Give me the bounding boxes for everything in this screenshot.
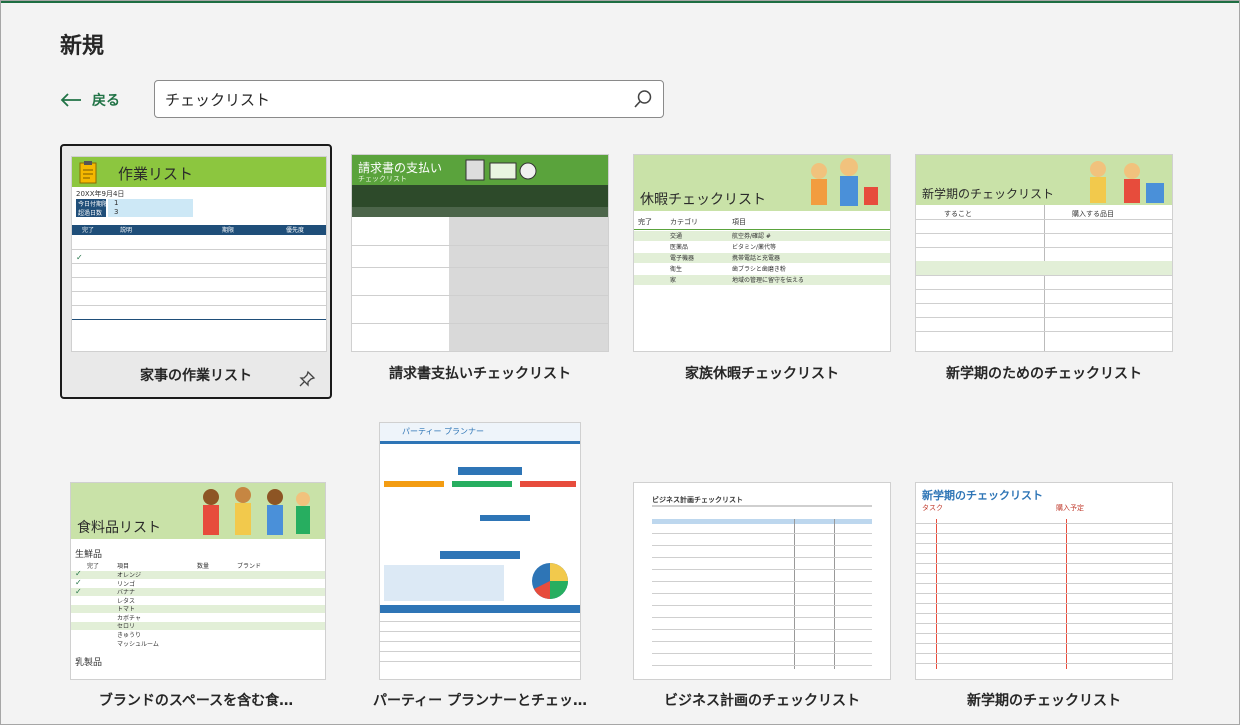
template-thumbnail: 食料品リスト 生鮮品 完了 項目 数量 ブランド オレンジ リンゴ バナナ レタ…: [70, 482, 326, 680]
template-thumbnail: 休暇チェックリスト 完了 カテゴリ 項目 交通 航空券/確認 # 医薬品 ビタミ…: [633, 154, 891, 352]
thumb-kv-label: 今日付期限: [78, 201, 109, 208]
template-card-back-to-school-checklist-2[interactable]: 新学期のチェックリスト タスク 購入予定 新学期のチェックリスト: [908, 420, 1180, 720]
template-thumbnail: 作業リスト 20XX年9月4日 今日付期限 1 超過日数 3 完了 説明 期限 …: [71, 156, 327, 352]
thumb-col: 項目: [117, 563, 130, 570]
back-label: 戻る: [92, 93, 120, 109]
thumb-item: トマト: [117, 606, 136, 613]
back-button[interactable]: 戻る: [60, 90, 120, 110]
thumb-col: 説明: [120, 227, 133, 234]
template-thumbnail: 新学期のチェックリスト すること 購入する品目: [915, 154, 1173, 352]
template-card-family-vacation-checklist[interactable]: 休暇チェックリスト 完了 カテゴリ 項目 交通 航空券/確認 # 医薬品 ビタミ…: [626, 144, 898, 399]
template-label: 請求書支払いチェックリスト: [389, 366, 571, 382]
thumb-col: 完了: [87, 563, 100, 570]
thumb-item: マッシュルーム: [117, 641, 159, 648]
thumb-title: 休暇チェックリスト: [640, 192, 766, 208]
thumb-section: 生鮮品: [75, 550, 103, 560]
thumb-title: ビジネス計画チェックリスト: [652, 496, 743, 504]
thumb-item: きゅうり: [117, 632, 142, 639]
template-label: ビジネス計画のチェックリスト: [664, 693, 860, 709]
check-icon: ✓: [75, 587, 82, 596]
thumb-cell: 衛生: [670, 266, 683, 273]
thumb-title: 作業リスト: [118, 165, 194, 183]
people-illustration: [203, 487, 310, 535]
template-thumbnail: 新学期のチェックリスト タスク 購入予定: [915, 482, 1173, 680]
thumb-kv-label: 超過日数: [78, 210, 103, 217]
template-card-grocery-list[interactable]: 食料品リスト 生鮮品 完了 項目 数量 ブランド オレンジ リンゴ バナナ レタ…: [60, 420, 332, 720]
thumb-title: 新学期のチェックリスト: [922, 489, 1043, 502]
template-card-party-planner[interactable]: パーティー プランナー パーティー プランナーとチェッ…: [344, 420, 616, 720]
pin-icon[interactable]: [298, 370, 316, 388]
template-label: 新学期のチェックリスト: [967, 693, 1121, 709]
template-label: 新学期のためのチェックリスト: [946, 366, 1142, 382]
thumb-kv-value: 1: [114, 199, 119, 207]
thumb-date: 20XX年9月4日: [76, 190, 125, 198]
check-icon: ✓: [75, 578, 82, 587]
thumb-cell: 歯ブラシと歯磨き粉: [732, 266, 786, 273]
search-input[interactable]: [165, 81, 625, 117]
thumb-kv-value: 3: [114, 208, 119, 216]
template-card-bill-payment-checklist[interactable]: 請求書の支払い チェックリスト 請求書支払いチェックリスト: [344, 144, 616, 399]
thumb-col: 購入する品目: [1072, 210, 1114, 218]
thumb-cell: ビタミン/薬代等: [732, 244, 777, 251]
thumb-item: バナナ: [117, 589, 136, 596]
calculator-icon: [465, 159, 537, 181]
thumb-col: ブランド: [237, 563, 262, 570]
thumb-cell: 家: [670, 277, 677, 284]
thumb-cell: 航空券/確認 #: [732, 233, 771, 240]
thumb-col: タスク: [922, 504, 943, 512]
thumb-col: 項目: [732, 218, 746, 226]
thumb-cell: 医薬品: [670, 244, 689, 251]
school-illustration: [1090, 161, 1164, 203]
arrow-left-icon: [60, 93, 81, 107]
thumb-title: パーティー プランナー: [402, 427, 485, 436]
template-label: 家事の作業リスト: [140, 368, 252, 384]
search-box[interactable]: [154, 80, 664, 118]
thumb-col: 完了: [638, 218, 652, 226]
thumb-cell: 交通: [670, 233, 683, 240]
thumb-col: すること: [944, 210, 972, 218]
template-label: パーティー プランナーとチェッ…: [372, 693, 588, 709]
template-card-chore-list[interactable]: 作業リスト 20XX年9月4日 今日付期限 1 超過日数 3 完了 説明 期限 …: [60, 144, 332, 399]
thumb-item: セロリ: [117, 623, 136, 630]
clipboard-icon: [79, 161, 97, 184]
thumb-title: 新学期のチェックリスト: [922, 187, 1055, 201]
check-icon: ✓: [75, 569, 82, 578]
thumb-col: 期限: [222, 227, 235, 234]
check-icon: ✓: [76, 253, 83, 262]
template-label: ブランドのスペースを含む食…: [98, 693, 294, 709]
page-title: 新規: [60, 34, 105, 59]
thumb-subtitle: チェックリスト: [358, 175, 407, 183]
template-label: 家族休暇チェックリスト: [685, 366, 839, 382]
thumb-col: 完了: [82, 227, 95, 234]
template-thumbnail: パーティー プランナー: [379, 422, 581, 680]
thumb-col: 購入予定: [1056, 504, 1084, 512]
thumb-cell: 地域の管理に留守を伝える: [732, 277, 804, 284]
thumb-col: 優先度: [286, 227, 305, 234]
thumb-col: 数量: [197, 563, 210, 570]
template-thumbnail: 請求書の支払い チェックリスト: [351, 154, 609, 352]
pie-chart-icon: [532, 563, 568, 599]
thumb-cell: 携帯電話と充電器: [732, 255, 781, 262]
thumb-title: 食料品リスト: [77, 520, 161, 536]
family-illustration: [811, 158, 878, 206]
thumb-col: カテゴリ: [670, 218, 698, 226]
search-icon[interactable]: [633, 89, 653, 109]
thumb-section: 乳製品: [75, 658, 103, 668]
template-card-back-to-school-checklist[interactable]: 新学期のチェックリスト すること 購入する品目 新学期のためのチェックリスト: [908, 144, 1180, 399]
thumb-cell: 電子機器: [670, 255, 695, 262]
template-card-business-plan-checklist[interactable]: ビジネス計画チェックリスト ビジネス計画のチェックリスト: [626, 420, 898, 720]
template-thumbnail: ビジネス計画チェックリスト: [633, 482, 891, 680]
thumb-item: オレンジ: [117, 572, 142, 579]
